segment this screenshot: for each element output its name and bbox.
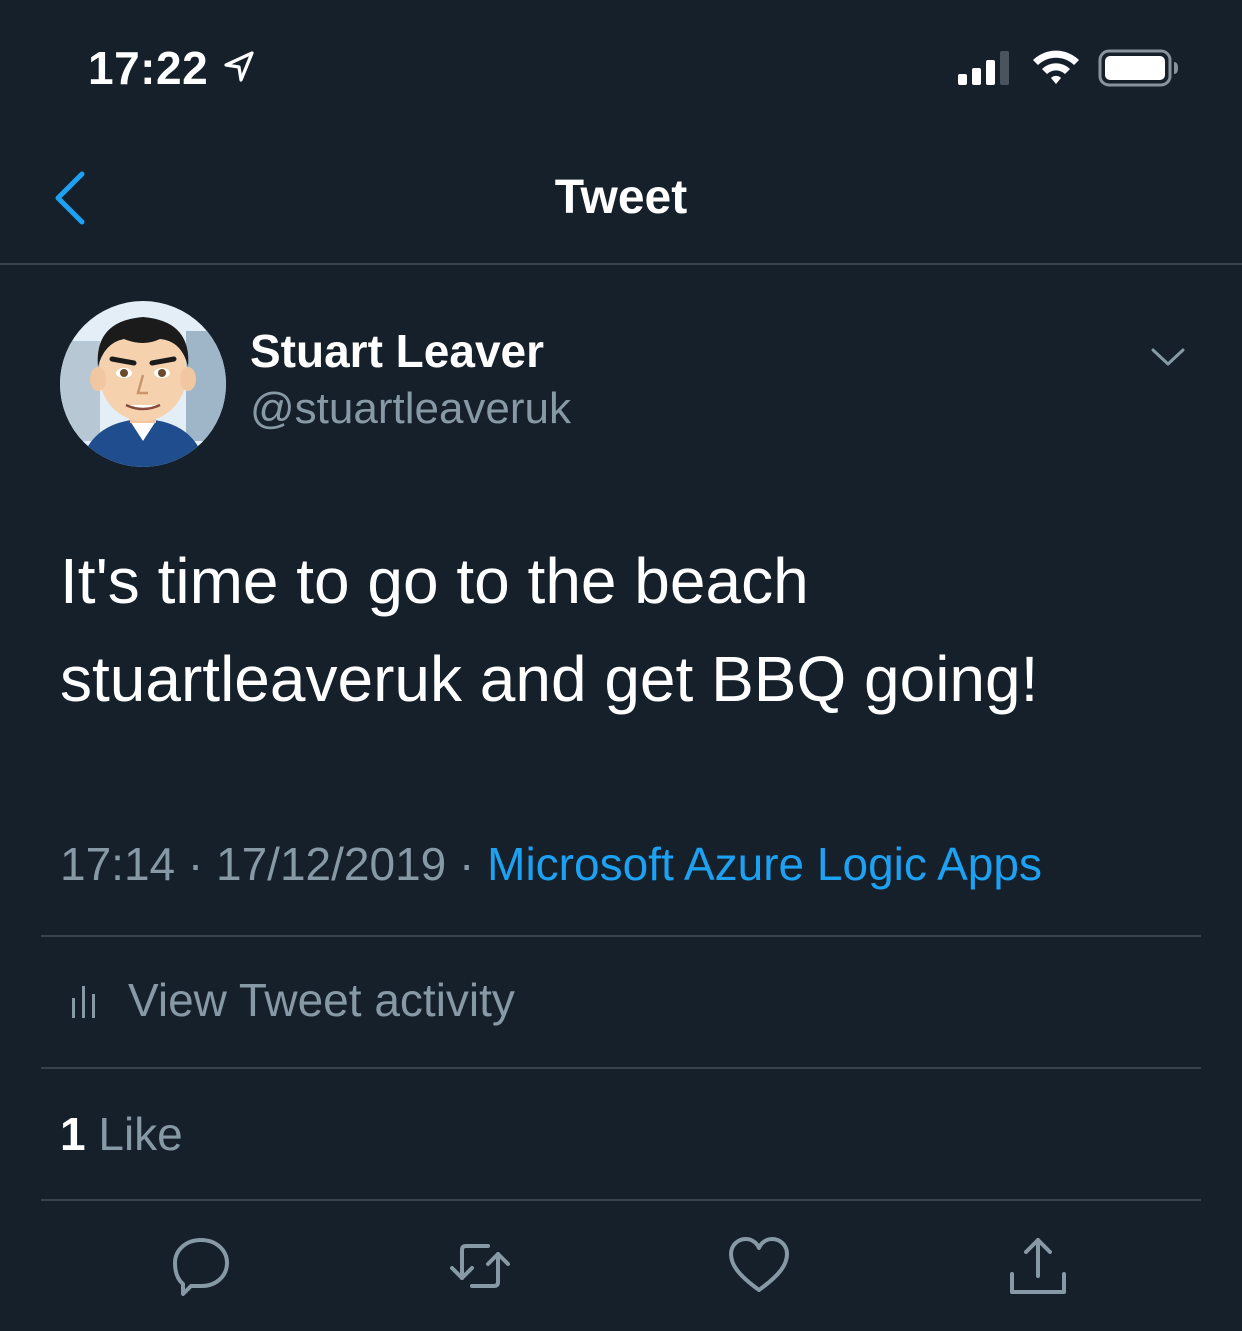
likes-count: 1	[60, 1108, 86, 1160]
chevron-left-icon[interactable]	[50, 170, 90, 226]
wifi-icon	[1033, 50, 1079, 84]
tweet-meta: 17:14 · 17/12/2019 · Microsoft Azure Log…	[60, 834, 1042, 894]
likes-label: Like	[98, 1108, 183, 1160]
reply-icon[interactable]	[169, 1234, 233, 1298]
page-title: Tweet	[554, 171, 688, 224]
status-time: 17:22	[88, 42, 209, 94]
meta-separator: ·	[187, 838, 204, 890]
tweet-text-line: stuartleaveruk and get BBQ going!	[60, 643, 1039, 715]
cellular-signal-icon	[958, 51, 1009, 85]
battery-icon	[1098, 49, 1178, 87]
avatar[interactable]	[60, 301, 226, 467]
share-icon[interactable]	[1006, 1234, 1070, 1298]
author-name[interactable]: Stuart Leaver	[250, 322, 544, 380]
divider	[41, 1199, 1201, 1201]
tweet-source-link[interactable]: Microsoft Azure Logic Apps	[487, 838, 1042, 890]
likes-count-link[interactable]: 1 Like	[60, 1104, 183, 1164]
divider	[41, 1067, 1201, 1069]
tweet-date: 17/12/2019	[216, 838, 447, 890]
tweet-time: 17:14	[60, 838, 176, 890]
bar-chart-icon	[72, 986, 95, 1018]
tweet-text-line: It's time to go to the beach	[60, 545, 809, 617]
divider	[41, 935, 1201, 937]
activity-label: View Tweet activity	[128, 974, 515, 1026]
author-handle[interactable]: @stuartleaveruk	[250, 381, 571, 437]
view-tweet-activity-button[interactable]: View Tweet activity	[60, 968, 515, 1032]
location-arrow-icon	[224, 51, 254, 82]
chevron-down-icon[interactable]	[1148, 340, 1188, 374]
nav-divider	[0, 263, 1242, 265]
retweet-icon[interactable]	[448, 1234, 512, 1298]
like-icon[interactable]	[727, 1234, 791, 1298]
meta-separator: ·	[459, 838, 475, 890]
tweet-text: It's time to go to the beach stuartleave…	[60, 532, 1180, 728]
avatar-image	[60, 301, 226, 467]
